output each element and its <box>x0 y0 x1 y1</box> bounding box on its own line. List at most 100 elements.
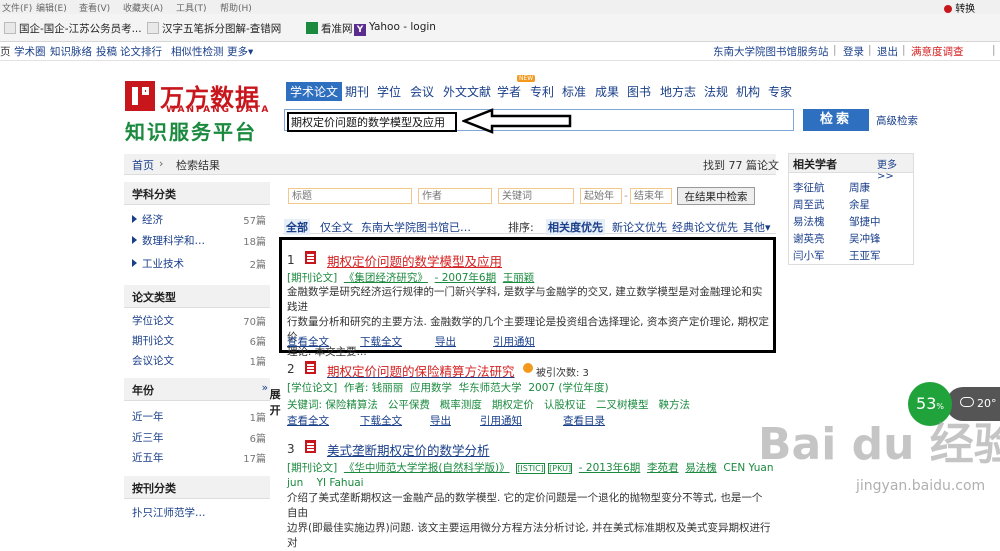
nav-knowledge[interactable]: 知识脉络 <box>50 44 92 59</box>
sort-newest[interactable]: 新论文优先 <box>612 219 667 235</box>
menu-view[interactable]: 查看(V) <box>79 1 110 14</box>
related-more-link[interactable]: 更多>> <box>877 156 913 182</box>
meta-author[interactable]: 易法槐 <box>685 462 717 474</box>
result-title[interactable]: 期权定价问题的数学模型及应用 <box>327 251 502 270</box>
keyword[interactable]: 公平保费 <box>388 399 430 411</box>
scope-fulltext[interactable]: 仅全文 <box>320 219 353 235</box>
type-item-journal[interactable]: 期刊论文 6篇 <box>124 331 270 349</box>
tab-patents[interactable]: 专利 <box>530 83 554 100</box>
breadcrumb-home[interactable]: 首页 <box>132 157 154 173</box>
tab-institutions[interactable]: 机构 <box>736 83 760 100</box>
tab-degree[interactable]: 学位 <box>377 83 401 100</box>
search-in-results-button[interactable]: 在结果中检索 <box>677 187 755 205</box>
scholar-link[interactable]: 易法槐 <box>793 214 825 229</box>
scholar-link[interactable]: 邹捷中 <box>849 214 881 229</box>
advanced-search-link[interactable]: 高级检索 <box>876 113 918 128</box>
subject-item-math[interactable]: 数理科学和… 18篇 <box>124 231 270 249</box>
tab-experts[interactable]: 专家 <box>768 83 792 100</box>
menu-edit[interactable]: 编辑(E) <box>36 1 67 14</box>
citation-alert-link[interactable]: 引用通知 <box>493 334 535 349</box>
subject-item-economy[interactable]: 经济 57篇 <box>124 210 270 228</box>
year-expand-button[interactable]: » 展开 <box>262 382 281 417</box>
keyword[interactable]: 概率测度 <box>440 399 482 411</box>
filter-title-input[interactable] <box>288 188 412 204</box>
bookmark-3[interactable]: 看准网 <box>306 21 353 36</box>
type-item-conference[interactable]: 会议论文 1篇 <box>124 351 270 369</box>
view-toc-link[interactable]: 查看目录 <box>563 413 605 428</box>
scholar-link[interactable]: 吴冲锋 <box>849 231 881 246</box>
meta-author[interactable]: 作者: 钱丽丽 <box>344 382 403 394</box>
type-item-degree[interactable]: 学位论文 70篇 <box>124 311 270 329</box>
tab-conference[interactable]: 会议 <box>410 83 434 100</box>
meta-author[interactable]: 王丽颖 <box>503 272 535 284</box>
tab-books[interactable]: 图书 <box>627 83 651 100</box>
meta-source[interactable]: 《集团经济研究》 <box>344 272 428 284</box>
bookmark-4[interactable]: Y Yahoo - login <box>354 21 436 36</box>
export-link[interactable]: 导出 <box>435 334 456 349</box>
sort-classic[interactable]: 经典论文优先 <box>672 219 738 235</box>
pdf-icon[interactable] <box>305 440 316 453</box>
meta-author[interactable]: 李苑君 <box>647 462 679 474</box>
tab-journals[interactable]: 期刊 <box>345 83 369 100</box>
nav-library[interactable]: 东南大学院图书馆服务站 <box>713 44 829 59</box>
filter-keyword-input[interactable] <box>498 188 574 204</box>
bookmark-2[interactable]: 汉字五笔拆分图解-查错网 <box>147 21 281 36</box>
scholar-link[interactable]: 李征航 <box>793 180 825 195</box>
tab-foreign[interactable]: 外文文献 <box>443 83 491 100</box>
result-title[interactable]: 期权定价问题的保险精算方法研究 <box>327 361 515 380</box>
keyword[interactable]: 认股权证 <box>544 399 586 411</box>
year-item-1[interactable]: 近一年 1篇 <box>124 407 270 425</box>
tab-laws[interactable]: 法规 <box>704 83 728 100</box>
menu-help[interactable]: 帮助(H) <box>220 1 252 14</box>
nav-login[interactable]: 登录 <box>843 44 864 59</box>
nav-similarity[interactable]: 相似性检测 <box>171 44 224 59</box>
scholar-link[interactable]: 周康 <box>849 180 870 195</box>
meta-issue[interactable]: - 2007年6期 <box>435 272 497 284</box>
download-fulltext-link[interactable]: 下载全文 <box>360 334 402 349</box>
wanfang-logo-icon[interactable] <box>125 81 155 111</box>
keyword[interactable]: 鞅方法 <box>658 399 690 411</box>
filter-start-year-input[interactable] <box>580 188 622 204</box>
year-item-5[interactable]: 近五年 17篇 <box>124 448 270 466</box>
result-title[interactable]: 美式垄断期权定价的数学分析 <box>327 440 490 459</box>
tab-academic-papers[interactable]: 学术论文 <box>286 82 343 101</box>
scholar-link[interactable]: 余星 <box>849 197 870 212</box>
menu-favorites[interactable]: 收藏夹(A) <box>123 1 163 14</box>
view-fulltext-link[interactable]: 查看全文 <box>287 413 329 428</box>
pdf-icon[interactable] <box>305 251 316 264</box>
bookmark-1[interactable]: 国企-国企-江苏公务员考... <box>4 21 142 36</box>
nav-survey[interactable]: 满意度调查 <box>911 44 964 59</box>
year-item-3[interactable]: 近三年 6篇 <box>124 428 270 446</box>
pdf-icon[interactable] <box>305 361 316 374</box>
tab-standards[interactable]: 标准 <box>562 83 586 100</box>
scholar-link[interactable]: 王亚军 <box>849 248 881 263</box>
keyword[interactable]: 关键词: 保险精算法 <box>287 399 378 411</box>
search-input[interactable] <box>287 112 457 132</box>
tab-local-chronicles[interactable]: 地方志 <box>660 83 696 100</box>
nav-logout[interactable]: 退出 <box>877 44 898 59</box>
nav-more[interactable]: 更多▾ <box>227 44 253 59</box>
subject-item-industry[interactable]: 工业技术 2篇 <box>124 254 270 272</box>
scholar-link[interactable]: 闫小军 <box>793 248 825 263</box>
nav-scholar-circle[interactable]: 学术圈 <box>14 44 46 59</box>
filter-author-input[interactable] <box>418 188 492 204</box>
tab-achievements[interactable]: 成果 <box>595 83 619 100</box>
nav-ranking[interactable]: 论文排行 <box>120 44 162 59</box>
keyword[interactable]: 期权定价 <box>492 399 534 411</box>
citation-alert-link[interactable]: 引用通知 <box>480 413 522 428</box>
keyword[interactable]: 二叉树模型 <box>596 399 649 411</box>
scope-all[interactable]: 全部 <box>284 219 310 235</box>
view-fulltext-link[interactable]: 查看全文 <box>287 334 329 349</box>
sort-relevance[interactable]: 相关度优先 <box>546 219 605 235</box>
export-link[interactable]: 导出 <box>430 413 451 428</box>
search-button[interactable]: 检索 <box>803 109 869 131</box>
scholar-link[interactable]: 谢英亮 <box>793 231 825 246</box>
meta-issue[interactable]: - 2013年6期 <box>579 462 641 474</box>
convert-button[interactable]: 转换 <box>944 0 975 15</box>
download-fulltext-link[interactable]: 下载全文 <box>360 413 402 428</box>
nav-home-partial[interactable]: 页 <box>0 44 11 59</box>
filter-end-year-input[interactable] <box>630 188 672 204</box>
menu-file[interactable]: 文件(F) <box>2 1 32 14</box>
tab-scholars[interactable]: 学者 <box>497 83 521 100</box>
org-item-1[interactable]: 扑只江师范学… <box>124 503 270 521</box>
